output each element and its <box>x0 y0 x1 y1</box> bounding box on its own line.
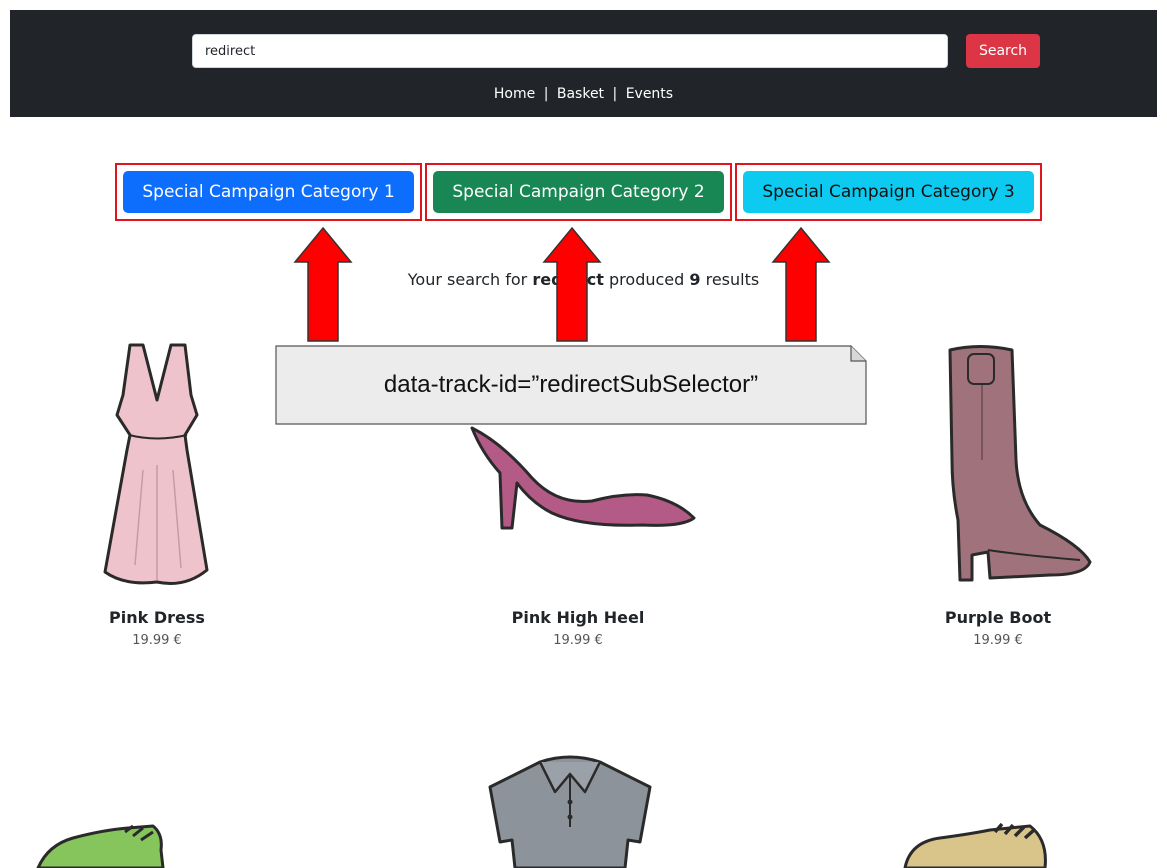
search-button[interactable]: Search <box>966 34 1040 68</box>
product-name[interactable]: Pink High Heel <box>478 608 678 627</box>
nav-separator: | <box>612 86 618 102</box>
nav-home-link[interactable]: Home <box>494 86 535 102</box>
result-suffix: results <box>705 270 760 289</box>
dress-icon[interactable] <box>95 340 220 590</box>
campaign-1-highlight: Special Campaign Category 1 <box>115 163 422 221</box>
result-middle: produced <box>609 270 685 289</box>
product-price: 19.99 € <box>973 633 1023 648</box>
product-card-pink-dress[interactable]: Pink Dress 19.99 € <box>57 608 257 648</box>
nav-basket-link[interactable]: Basket <box>557 86 604 102</box>
campaign-category-2-button[interactable]: Special Campaign Category 2 <box>433 171 724 213</box>
red-arrow-up-icon <box>771 226 831 342</box>
product-name[interactable]: Purple Boot <box>898 608 1098 627</box>
top-navbar: Search Home | Basket | Events <box>10 10 1157 117</box>
red-arrow-up-icon <box>542 226 602 342</box>
product-card-pink-high-heel[interactable]: Pink High Heel 19.99 € <box>478 608 678 648</box>
product-card-purple-boot[interactable]: Purple Boot 19.99 € <box>898 608 1098 648</box>
campaign-2-highlight: Special Campaign Category 2 <box>425 163 732 221</box>
product-price: 19.99 € <box>132 633 182 648</box>
campaign-category-1-button[interactable]: Special Campaign Category 1 <box>123 171 414 213</box>
nav-events-link[interactable]: Events <box>626 86 673 102</box>
green-sneaker-icon[interactable] <box>33 820 173 868</box>
beige-shoe-icon[interactable] <box>900 822 1050 868</box>
result-count: 9 <box>689 270 701 289</box>
nav-separator: | <box>543 86 549 102</box>
product-name[interactable]: Pink Dress <box>57 608 257 627</box>
boot-icon[interactable] <box>930 340 1095 585</box>
red-arrow-up-icon <box>293 226 353 342</box>
nav-links: Home | Basket | Events <box>10 86 1157 102</box>
polo-shirt-icon[interactable] <box>480 752 660 868</box>
product-price: 19.99 € <box>553 633 603 648</box>
campaign-category-3-button[interactable]: Special Campaign Category 3 <box>743 171 1034 213</box>
search-input[interactable] <box>192 34 948 68</box>
page: Search Home | Basket | Events Special Ca… <box>0 0 1167 868</box>
high-heel-icon[interactable] <box>462 423 697 533</box>
annotation-text: data-track-id=”redirectSubSelector” <box>383 371 759 398</box>
result-prefix: Your search for <box>407 270 528 289</box>
campaign-3-highlight: Special Campaign Category 3 <box>735 163 1042 221</box>
